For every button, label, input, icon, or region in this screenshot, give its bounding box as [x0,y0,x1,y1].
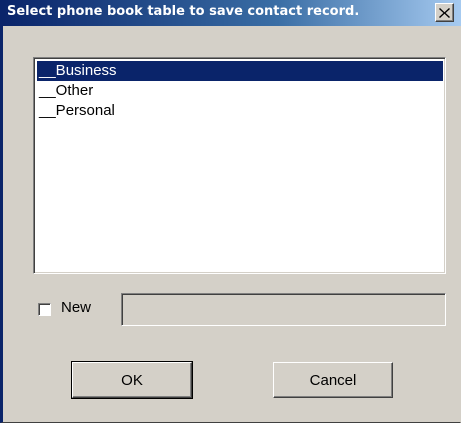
new-checkbox-label[interactable]: New [61,299,91,316]
new-checkbox[interactable] [38,303,51,316]
title-bar[interactable]: Select phone book table to save contact … [3,0,461,26]
dialog-title: Select phone book table to save contact … [7,4,360,19]
close-icon [439,7,450,18]
list-item-business[interactable]: __Business [37,61,443,81]
new-table-row: New [38,293,448,327]
list-item-personal[interactable]: __Personal [37,101,443,121]
cancel-button[interactable]: Cancel [273,362,393,398]
phone-book-table-list[interactable]: __Business __Other __Personal [33,57,446,274]
ok-button[interactable]: OK [71,361,193,399]
close-button[interactable] [435,3,454,22]
new-table-name-input[interactable] [121,293,446,326]
save-contact-dialog: Select phone book table to save contact … [0,0,461,423]
list-item-other[interactable]: __Other [37,81,443,101]
